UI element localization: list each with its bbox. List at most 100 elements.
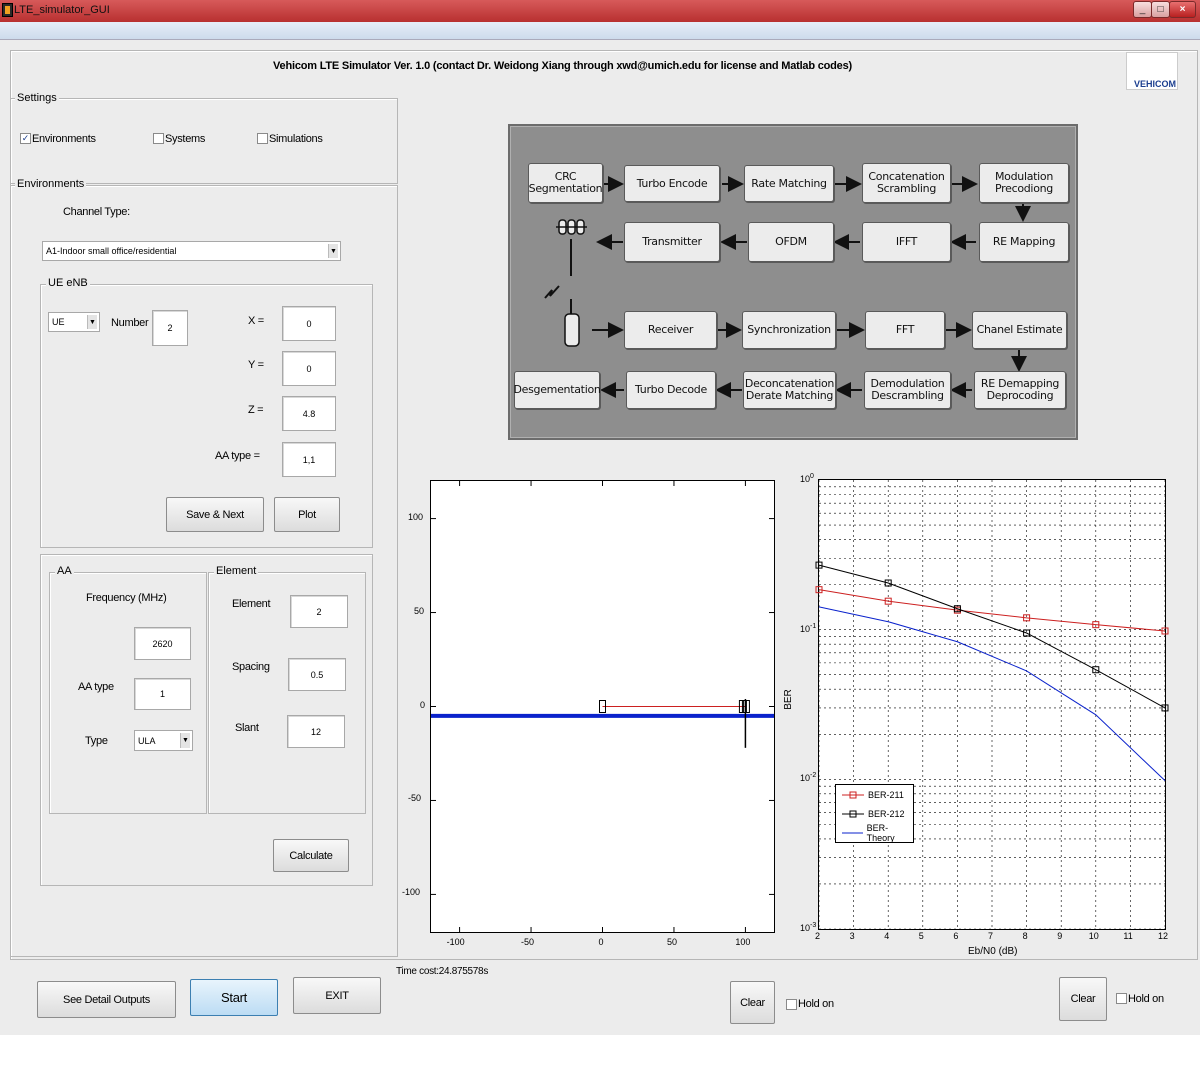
fft-block: FFT: [865, 311, 945, 349]
y-tick-label: 0: [420, 699, 426, 710]
x-label: X =: [248, 315, 264, 327]
concatenation-scrambling-block: Concatenation Scrambling: [862, 163, 951, 203]
chevron-down-icon: ▼: [328, 244, 338, 258]
x-tick-label: 8: [1022, 931, 1028, 941]
save-next-button[interactable]: Save & Next: [166, 497, 264, 532]
re-mapping-block: RE Mapping: [979, 222, 1069, 262]
y-tick-label: -100: [402, 887, 421, 898]
turbo-encode-block: Turbo Encode: [624, 165, 720, 202]
ue-enb-select-value: UE: [52, 317, 65, 327]
tick-exponent: -2: [810, 772, 817, 780]
channel-type-select[interactable]: A1-Indoor small office/residential ▼: [42, 241, 341, 261]
aa-type-field[interactable]: 1: [134, 678, 191, 710]
vehicom-logo: VEHICOM: [1126, 52, 1178, 90]
y-tick-label: 10-1: [800, 622, 817, 634]
simulations-checkbox[interactable]: [257, 133, 268, 144]
rate-matching-block: Rate Matching: [744, 165, 834, 202]
number-input[interactable]: 2: [152, 310, 188, 346]
maximize-button[interactable]: □: [1151, 1, 1170, 18]
hold-on-checkbox-1[interactable]: [786, 999, 797, 1010]
title-bar: [0, 0, 1200, 22]
ue-enb-title: UE eNB: [46, 277, 90, 289]
start-button[interactable]: Start: [190, 979, 278, 1016]
element-input[interactable]: 2: [290, 595, 348, 628]
see-detail-outputs-button[interactable]: See Detail Outputs: [37, 981, 176, 1018]
legend-label: BER-212: [868, 808, 905, 819]
receiver-block: Receiver: [624, 311, 717, 349]
x-tick-label: 0: [598, 937, 604, 947]
position-plot: [430, 480, 775, 933]
crc-segmentation-block: CRC Segmentation: [528, 163, 603, 203]
number-label: Number: [111, 317, 149, 329]
slant-input[interactable]: 12: [287, 715, 345, 748]
legend-label: BER-211: [868, 789, 904, 800]
logo-text: VEHICOM: [1134, 79, 1177, 89]
type-select[interactable]: ULA ▼: [134, 730, 193, 751]
exit-button[interactable]: EXIT: [293, 977, 381, 1014]
x-tick-label: -100: [446, 937, 465, 947]
environments-checkbox[interactable]: ✓: [20, 133, 31, 144]
x-input[interactable]: 0: [282, 306, 336, 341]
close-button[interactable]: ×: [1169, 1, 1196, 18]
clear-button-2[interactable]: Clear: [1059, 977, 1107, 1021]
tick-exponent: -3: [810, 922, 817, 929]
legend-item-ber-theory: BER-Theory: [836, 823, 913, 843]
ber-xlabel: Eb/N0 (dB): [968, 946, 1018, 957]
hold-on-label-1: Hold on: [798, 998, 834, 1010]
ber-plot-svg: [815, 480, 1169, 930]
tick-exponent: 0: [810, 473, 814, 480]
x-tick-label: 6: [953, 931, 959, 941]
slant-label: Slant: [235, 722, 259, 734]
x-tick-label: 100: [735, 937, 751, 947]
minimize-button[interactable]: _: [1133, 1, 1152, 18]
z-input[interactable]: 4.8: [282, 396, 336, 431]
transmitter-block: Transmitter: [624, 222, 720, 262]
systems-checkbox-label: Systems: [165, 133, 206, 145]
simulations-checkbox-label: Simulations: [269, 133, 323, 145]
channel-type-value: A1-Indoor small office/residential: [46, 246, 177, 256]
y-tick-label: 10-3: [800, 922, 817, 933]
aa-type-label: AA type =: [215, 450, 260, 462]
type-label: Type: [85, 735, 108, 747]
window-title: LTE_simulator_GUI: [14, 4, 110, 16]
channel-type-label: Channel Type:: [63, 206, 130, 218]
y-tick-label: -50: [408, 793, 422, 804]
hold-on-checkbox-2[interactable]: [1116, 993, 1127, 1004]
ber-legend: BER-211 BER-212 BER-Theory: [835, 784, 914, 843]
channel-estimate-block: Chanel Estimate: [972, 311, 1067, 349]
x-tick-label: 5: [918, 931, 924, 941]
position-plot-svg: [431, 481, 774, 932]
legend-item-ber-211: BER-211: [836, 785, 913, 804]
x-tick-label: 10: [1088, 931, 1099, 941]
aa-type-input[interactable]: 1,1: [282, 442, 336, 477]
page-title: Vehicom LTE Simulator Ver. 1.0 (contact …: [273, 60, 852, 72]
clear-button-1[interactable]: Clear: [730, 981, 775, 1024]
spacing-label: Spacing: [232, 661, 270, 673]
x-tick-label: 12: [1158, 931, 1169, 941]
chevron-down-icon: ▼: [87, 315, 97, 329]
calculate-button[interactable]: Calculate: [273, 839, 349, 872]
ue-enb-select[interactable]: UE ▼: [48, 312, 100, 332]
time-cost-text: Time cost:24.875578s: [396, 966, 489, 977]
z-label: Z =: [248, 404, 264, 416]
x-tick-label: 7: [988, 931, 994, 941]
x-tick-label: 3: [849, 931, 855, 941]
y-input[interactable]: 0: [282, 351, 336, 386]
ber-ylabel: BER: [782, 689, 794, 710]
y-tick-label: 50: [414, 605, 425, 616]
desegmentation-block: Desgementation: [513, 371, 601, 409]
element-title: Element: [214, 565, 259, 577]
aa-type-label: AA type: [78, 681, 114, 693]
environments-checkbox-label: Environments: [32, 133, 96, 145]
synchronization-block: Synchronization: [742, 311, 836, 349]
settings-title: Settings: [15, 92, 59, 104]
plot-button[interactable]: Plot: [274, 497, 340, 532]
x-tick-label: 50: [666, 937, 677, 947]
frequency-input[interactable]: 2620: [134, 627, 191, 660]
element-label: Element: [232, 598, 271, 610]
re-demapping-deprecoding-block: RE Demapping Deprocoding: [974, 371, 1066, 409]
spacing-input[interactable]: 0.5: [288, 658, 346, 691]
y-tick-label: 100: [800, 473, 814, 484]
systems-checkbox[interactable]: [153, 133, 164, 144]
y-tick-label: 100: [408, 511, 424, 522]
